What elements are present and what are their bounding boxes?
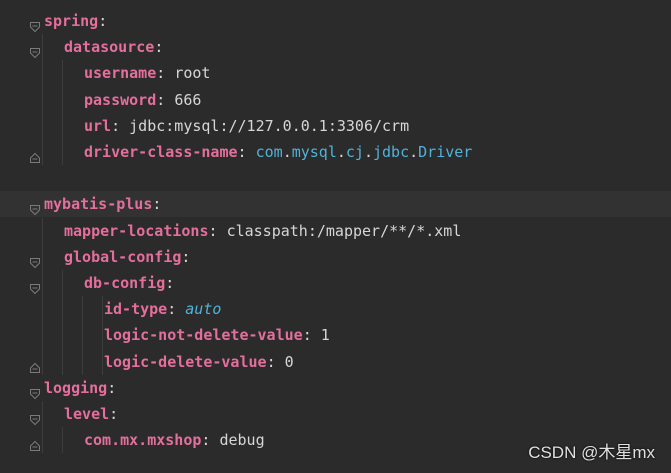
- indent-guide: [42, 34, 43, 166]
- indent-guide: [102, 296, 103, 375]
- fold-open-icon[interactable]: [29, 251, 41, 269]
- yaml-value: debug: [219, 431, 265, 450]
- fold-open-icon[interactable]: [29, 41, 41, 59]
- code-line[interactable]: id-type: auto: [0, 296, 671, 322]
- yaml-key: url: [84, 116, 112, 135]
- yaml-colon: :: [165, 274, 175, 292]
- yaml-colon: :: [111, 116, 130, 135]
- yaml-colon: :: [156, 90, 175, 109]
- indent-guide: [62, 60, 63, 166]
- yaml-value: root: [174, 64, 211, 83]
- yaml-key: mybatis-plus: [44, 195, 153, 214]
- yaml-value: jdbc:mysql://127.0.0.1:3306/crm: [129, 116, 410, 135]
- watermark: CSDN @木星mx: [528, 443, 655, 462]
- yaml-key: id-type: [104, 300, 168, 319]
- yaml-value: classpath:/mapper/**/*.xml: [226, 221, 462, 240]
- code-line[interactable]: datasource:: [0, 34, 671, 60]
- code-text: logic-delete-value: 0: [104, 349, 294, 375]
- fold-close-icon[interactable]: [29, 146, 41, 163]
- yaml-key: com.mx.mxshop: [84, 431, 202, 450]
- code-line[interactable]: driver-class-name: com.mysql.cj.jdbc.Dri…: [0, 139, 671, 165]
- yaml-colon: :: [237, 143, 256, 161]
- code-text: global-config:: [64, 244, 190, 270]
- code-text: password: 666: [84, 87, 201, 113]
- yaml-colon: :: [208, 221, 227, 240]
- yaml-value: auto: [185, 300, 222, 319]
- yaml-key: logic-not-delete-value: [104, 326, 303, 345]
- yaml-colon: :: [201, 431, 220, 450]
- yaml-colon: :: [109, 405, 119, 423]
- code-text: com.mx.mxshop: debug: [84, 427, 265, 453]
- code-line[interactable]: global-config:: [0, 244, 671, 270]
- indent-guide: [62, 427, 63, 454]
- yaml-colon: :: [167, 300, 186, 319]
- code-text: driver-class-name: com.mysql.cj.jdbc.Dri…: [84, 139, 472, 165]
- indent-guide: [42, 217, 43, 375]
- code-text: datasource:: [64, 34, 163, 60]
- code-text: db-config:: [84, 270, 174, 296]
- indent-guide: [42, 401, 43, 454]
- yaml-value: 1: [320, 326, 330, 345]
- fold-open-icon[interactable]: [29, 198, 41, 216]
- fold-open-icon[interactable]: [29, 408, 41, 426]
- yaml-key: logging: [44, 378, 108, 397]
- yaml-colon: :: [107, 378, 117, 397]
- fold-close-icon[interactable]: [29, 356, 41, 373]
- code-text: mapper-locations: classpath:/mapper/**/*…: [64, 218, 461, 244]
- code-text: logging:: [44, 375, 116, 401]
- code-text: logic-not-delete-value: 1: [104, 322, 330, 348]
- yaml-colon: :: [154, 38, 164, 57]
- fold-open-icon[interactable]: [29, 277, 41, 295]
- code-text: url: jdbc:mysql://127.0.0.1:3306/crm: [84, 113, 409, 139]
- yaml-key: global-config: [64, 247, 182, 266]
- yaml-key: username: [84, 64, 157, 83]
- yaml-value: com.mysql.cj.jdbc.Driver: [255, 143, 473, 161]
- code-text: username: root: [84, 60, 210, 86]
- yaml-colon: :: [156, 64, 175, 83]
- code-line[interactable]: username: root: [0, 60, 671, 86]
- code-line[interactable]: mybatis-plus:: [0, 191, 671, 218]
- code-line[interactable]: spring:: [0, 8, 671, 34]
- yaml-colon: :: [152, 195, 162, 214]
- code-text: level:: [64, 401, 118, 427]
- fold-open-icon[interactable]: [29, 382, 41, 400]
- yaml-colon: :: [302, 326, 321, 345]
- yaml-key: level: [64, 405, 110, 423]
- code-line[interactable]: level:: [0, 401, 671, 427]
- yaml-key: spring: [44, 12, 99, 30]
- yaml-value: 0: [284, 352, 294, 371]
- yaml-value: 666: [174, 90, 202, 109]
- code-line[interactable]: logic-delete-value: 0: [0, 349, 671, 375]
- indent-guide: [62, 270, 63, 375]
- code-line[interactable]: logging:: [0, 375, 671, 401]
- code-line[interactable]: logic-not-delete-value: 1: [0, 322, 671, 348]
- yaml-key: password: [84, 90, 157, 109]
- fold-open-icon[interactable]: [29, 15, 41, 33]
- code-line[interactable]: mapper-locations: classpath:/mapper/**/*…: [0, 218, 671, 244]
- yaml-key: datasource: [64, 38, 155, 57]
- code-text: mybatis-plus:: [44, 191, 161, 217]
- yaml-colon: :: [181, 247, 191, 266]
- yaml-key: mapper-locations: [64, 221, 209, 240]
- code-line[interactable]: password: 666: [0, 87, 671, 113]
- code-line[interactable]: [0, 165, 671, 191]
- code-text: spring:: [44, 8, 107, 34]
- fold-close-icon[interactable]: [29, 434, 41, 452]
- yaml-colon: :: [266, 352, 285, 371]
- code-editor[interactable]: spring: datasource: username: root password…: [0, 0, 671, 473]
- yaml-colon: :: [98, 12, 108, 30]
- yaml-key: db-config: [84, 274, 166, 292]
- code-text: id-type: auto: [104, 296, 221, 322]
- code-line[interactable]: db-config:: [0, 270, 671, 296]
- yaml-key: driver-class-name: [84, 143, 238, 161]
- indent-guide: [82, 296, 83, 375]
- yaml-key: logic-delete-value: [104, 352, 267, 371]
- code-line[interactable]: url: jdbc:mysql://127.0.0.1:3306/crm: [0, 113, 671, 139]
